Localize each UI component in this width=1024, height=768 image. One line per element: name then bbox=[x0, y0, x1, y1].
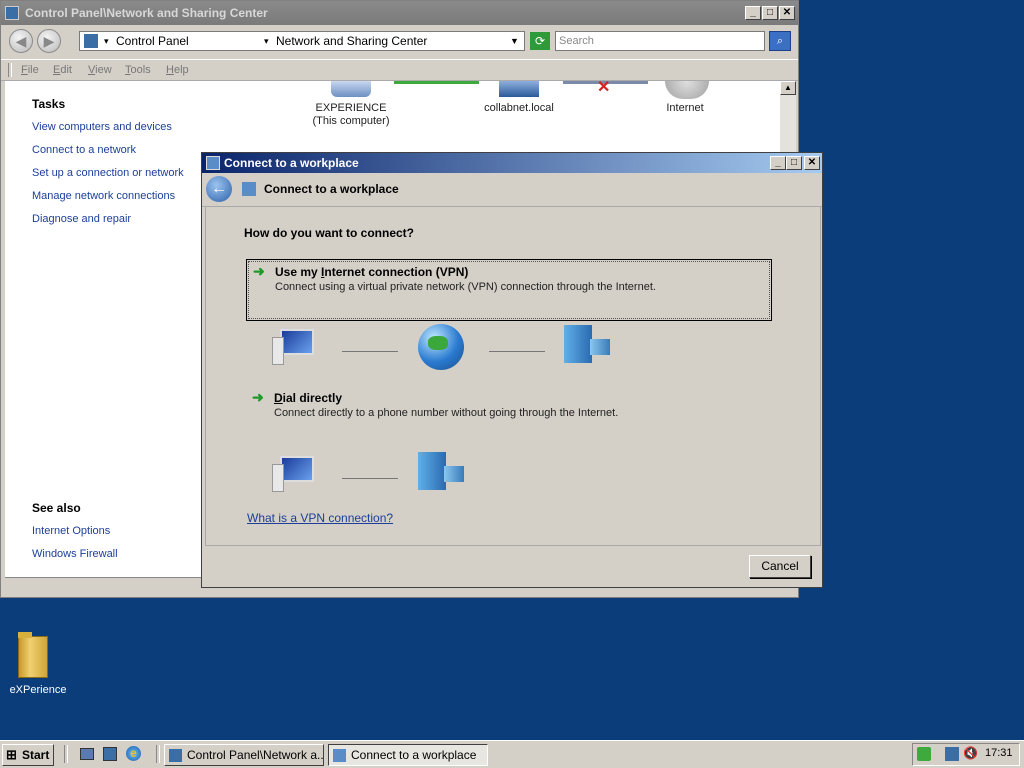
menu-file[interactable]: File bbox=[21, 64, 39, 76]
menu-bar: File Edit View Tools Help bbox=[1, 59, 798, 81]
internet-globe-icon bbox=[418, 324, 464, 370]
show-desktop-icon[interactable] bbox=[80, 748, 94, 760]
maximize-button[interactable]: □ bbox=[762, 6, 778, 20]
green-arrow-icon: ➜ bbox=[253, 263, 265, 279]
volume-muted-icon[interactable]: 🔇 bbox=[963, 746, 978, 760]
minimize-button[interactable]: _ bbox=[745, 6, 761, 20]
cp-title: Control Panel\Network and Sharing Center bbox=[25, 6, 268, 20]
vpn-option-title: Use my Internet connection (VPN) bbox=[275, 265, 469, 279]
address-field[interactable]: ▾ Control Panel ▾ Network and Sharing Ce… bbox=[79, 31, 525, 51]
menu-help[interactable]: Help bbox=[166, 64, 189, 76]
chevron-icon: ▾ bbox=[104, 36, 109, 46]
taskbar: ⊞ Start e Control Panel\Network a... Con… bbox=[0, 740, 1024, 768]
network-tray-icon[interactable] bbox=[945, 747, 959, 761]
taskbar-control-panel[interactable]: Control Panel\Network a... bbox=[164, 744, 324, 766]
network-icon bbox=[499, 81, 539, 97]
disconnected-icon: ✕ bbox=[597, 79, 611, 96]
dialog-header-title: Connect to a workplace bbox=[264, 182, 399, 196]
dialog-title: Connect to a workplace bbox=[224, 156, 359, 170]
computer-icon bbox=[272, 329, 318, 369]
see-also-heading: See also bbox=[32, 501, 81, 515]
dialog-header: ← Connect to a workplace bbox=[202, 173, 822, 207]
workplace-icon bbox=[206, 156, 220, 170]
connection-line bbox=[394, 81, 479, 84]
system-tray: 🔇 17:31 bbox=[912, 743, 1020, 766]
folder-icon[interactable] bbox=[18, 632, 48, 678]
menu-view[interactable]: View bbox=[88, 64, 112, 76]
connection-line bbox=[489, 351, 545, 352]
back-button[interactable]: ◀ bbox=[9, 29, 33, 53]
workplace-building-icon bbox=[564, 325, 612, 365]
taskbar-connect-workplace[interactable]: Connect to a workplace bbox=[328, 744, 488, 766]
task-view-computers[interactable]: View computers and devices bbox=[32, 121, 172, 133]
server-manager-icon[interactable] bbox=[103, 747, 117, 761]
connection-line bbox=[342, 351, 398, 352]
internet-explorer-icon[interactable]: e bbox=[126, 746, 141, 761]
cancel-button[interactable]: Cancel bbox=[749, 555, 811, 578]
connect-question: How do you want to connect? bbox=[244, 226, 414, 240]
windows-logo-icon: ⊞ bbox=[6, 747, 17, 762]
scroll-up-button[interactable]: ▲ bbox=[780, 81, 796, 95]
vpn-option-description: Connect using a virtual private network … bbox=[275, 281, 656, 293]
vpn-option[interactable]: ➜ Use my Internet connection (VPN) Conne… bbox=[246, 259, 772, 321]
close-button[interactable]: ✕ bbox=[779, 6, 795, 20]
task-connect-network[interactable]: Connect to a network bbox=[32, 144, 136, 156]
search-input[interactable]: Search bbox=[555, 31, 765, 51]
dialog-body: How do you want to connect? ➜ Use my Int… bbox=[205, 206, 821, 546]
see-also-windows-firewall[interactable]: Windows Firewall bbox=[32, 548, 118, 560]
chevron-icon: ▾ bbox=[264, 36, 269, 46]
dial-option-title: Dial directly bbox=[274, 391, 343, 405]
dialog-title-bar[interactable]: Connect to a workplace _ □ ✕ bbox=[202, 153, 822, 173]
tasks-heading: Tasks bbox=[32, 97, 66, 111]
internet-label: Internet bbox=[666, 102, 704, 114]
back-arrow-icon[interactable]: ← bbox=[206, 176, 232, 202]
network-name: collabnet.local bbox=[484, 102, 554, 114]
start-button[interactable]: ⊞ Start bbox=[2, 744, 54, 766]
search-icon[interactable]: ⌕ bbox=[769, 31, 791, 51]
cp-title-bar[interactable]: Control Panel\Network and Sharing Center… bbox=[1, 1, 798, 25]
start-label: Start bbox=[22, 748, 50, 762]
connect-workplace-dialog: Connect to a workplace _ □ ✕ ← Connect t… bbox=[201, 152, 823, 588]
breadcrumb-control-panel[interactable]: Control Panel bbox=[116, 32, 189, 50]
dialog-minimize-button[interactable]: _ bbox=[770, 156, 786, 170]
taskbar-connect-workplace-label: Connect to a workplace bbox=[351, 748, 477, 762]
dial-option-description: Connect directly to a phone number witho… bbox=[274, 407, 619, 419]
dialog-close-button[interactable]: ✕ bbox=[804, 156, 820, 170]
menu-grip bbox=[8, 63, 12, 77]
control-panel-icon bbox=[84, 34, 98, 48]
see-also-internet-options[interactable]: Internet Options bbox=[32, 525, 110, 537]
computer-name: EXPERIENCE bbox=[315, 102, 387, 114]
dialog-maximize-button[interactable]: □ bbox=[786, 156, 802, 170]
task-setup-connection[interactable]: Set up a connection or network bbox=[32, 167, 184, 179]
workplace-icon bbox=[242, 182, 256, 196]
breadcrumb-network-center[interactable]: Network and Sharing Center bbox=[276, 32, 427, 50]
network-icon bbox=[5, 6, 19, 20]
task-diagnose-repair[interactable]: Diagnose and repair bbox=[32, 213, 131, 225]
computer-subtitle: (This computer) bbox=[312, 115, 390, 127]
control-panel-icon bbox=[169, 749, 182, 762]
taskbar-separator bbox=[156, 745, 160, 763]
workplace-icon bbox=[333, 749, 346, 762]
connection-line bbox=[342, 478, 398, 479]
computer-icon bbox=[272, 456, 318, 496]
dial-option[interactable]: ➜ Dial directly Connect directly to a ph… bbox=[246, 386, 772, 442]
forward-button[interactable]: ▶ bbox=[37, 29, 61, 53]
task-manage-connections[interactable]: Manage network connections bbox=[32, 190, 175, 202]
taskbar-separator bbox=[64, 745, 68, 763]
menu-edit[interactable]: Edit bbox=[53, 64, 72, 76]
green-arrow-icon: ➜ bbox=[252, 389, 264, 405]
workplace-building-icon bbox=[418, 452, 466, 492]
address-dropdown-icon[interactable]: ▼ bbox=[510, 32, 519, 50]
security-icon[interactable] bbox=[917, 747, 931, 761]
clock[interactable]: 17:31 bbox=[985, 747, 1013, 759]
computer-icon bbox=[331, 81, 371, 97]
refresh-icon[interactable]: ⟳ bbox=[530, 32, 550, 50]
vpn-help-link[interactable]: What is a VPN connection? bbox=[247, 511, 393, 525]
address-bar-row: ◀ ▶ ▾ Control Panel ▾ Network and Sharin… bbox=[1, 25, 798, 57]
desktop-icon-label[interactable]: eXPerience bbox=[0, 684, 76, 696]
taskbar-control-panel-label: Control Panel\Network a... bbox=[187, 748, 324, 762]
menu-tools[interactable]: Tools bbox=[125, 64, 151, 76]
